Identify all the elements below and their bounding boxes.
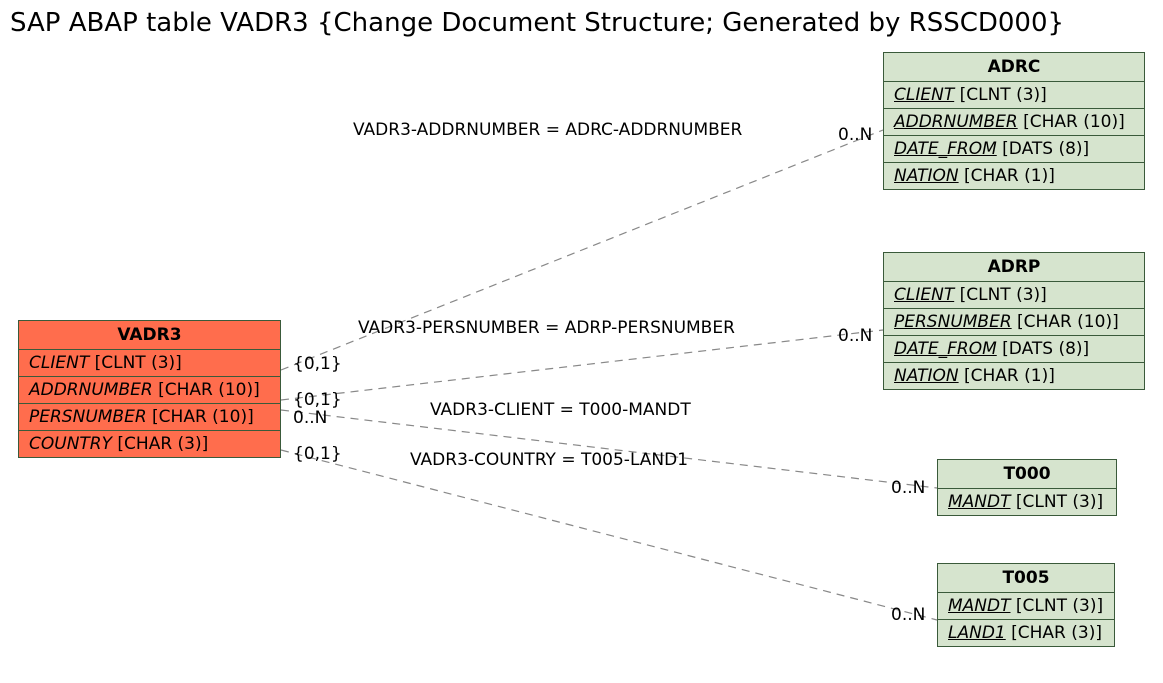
entity-adrc-header: ADRC	[884, 53, 1144, 82]
entity-adrc-field: ADDRNUMBER [CHAR (10)]	[884, 109, 1144, 136]
entity-adrp: ADRP CLIENT [CLNT (3)] PERSNUMBER [CHAR …	[883, 252, 1145, 390]
relation-label: VADR3-PERSNUMBER = ADRP-PERSNUMBER	[358, 318, 735, 338]
entity-t005-field: LAND1 [CHAR (3)]	[938, 620, 1114, 646]
entity-vadr3-field: CLIENT [CLNT (3)]	[19, 350, 280, 377]
relation-label: VADR3-ADDRNUMBER = ADRC-ADDRNUMBER	[353, 120, 742, 140]
relation-label: VADR3-CLIENT = T000-MANDT	[430, 400, 691, 420]
cardinality: 0..N	[838, 125, 872, 145]
entity-adrp-field: NATION [CHAR (1)]	[884, 363, 1144, 389]
cardinality: 0..N	[891, 478, 925, 498]
entity-vadr3: VADR3 CLIENT [CLNT (3)] ADDRNUMBER [CHAR…	[18, 320, 281, 458]
entity-t000-header: T000	[938, 460, 1116, 489]
entity-vadr3-field: ADDRNUMBER [CHAR (10)]	[19, 377, 280, 404]
relation-label: VADR3-COUNTRY = T005-LAND1	[410, 450, 688, 470]
cardinality: {0,1}	[293, 444, 342, 464]
diagram-title: SAP ABAP table VADR3 {Change Document St…	[10, 8, 1064, 38]
entity-adrp-header: ADRP	[884, 253, 1144, 282]
entity-vadr3-field: COUNTRY [CHAR (3)]	[19, 431, 280, 457]
entity-adrp-field: PERSNUMBER [CHAR (10)]	[884, 309, 1144, 336]
entity-adrc-field: CLIENT [CLNT (3)]	[884, 82, 1144, 109]
cardinality: {0,1}	[293, 354, 342, 374]
entity-t005-header: T005	[938, 564, 1114, 593]
entity-vadr3-field: PERSNUMBER [CHAR (10)]	[19, 404, 280, 431]
cardinality: 0..N	[891, 605, 925, 625]
entity-t005-field: MANDT [CLNT (3)]	[938, 593, 1114, 620]
entity-t000-field: MANDT [CLNT (3)]	[938, 489, 1116, 515]
entity-adrc: ADRC CLIENT [CLNT (3)] ADDRNUMBER [CHAR …	[883, 52, 1145, 190]
cardinality: 0..N	[838, 326, 872, 346]
entity-t005: T005 MANDT [CLNT (3)] LAND1 [CHAR (3)]	[937, 563, 1115, 647]
entity-adrp-field: CLIENT [CLNT (3)]	[884, 282, 1144, 309]
cardinality: 0..N	[293, 408, 327, 428]
entity-t000: T000 MANDT [CLNT (3)]	[937, 459, 1117, 516]
cardinality: {0,1}	[293, 390, 342, 410]
entity-adrc-field: DATE_FROM [DATS (8)]	[884, 136, 1144, 163]
entity-adrc-field: NATION [CHAR (1)]	[884, 163, 1144, 189]
entity-vadr3-header: VADR3	[19, 321, 280, 350]
entity-adrp-field: DATE_FROM [DATS (8)]	[884, 336, 1144, 363]
